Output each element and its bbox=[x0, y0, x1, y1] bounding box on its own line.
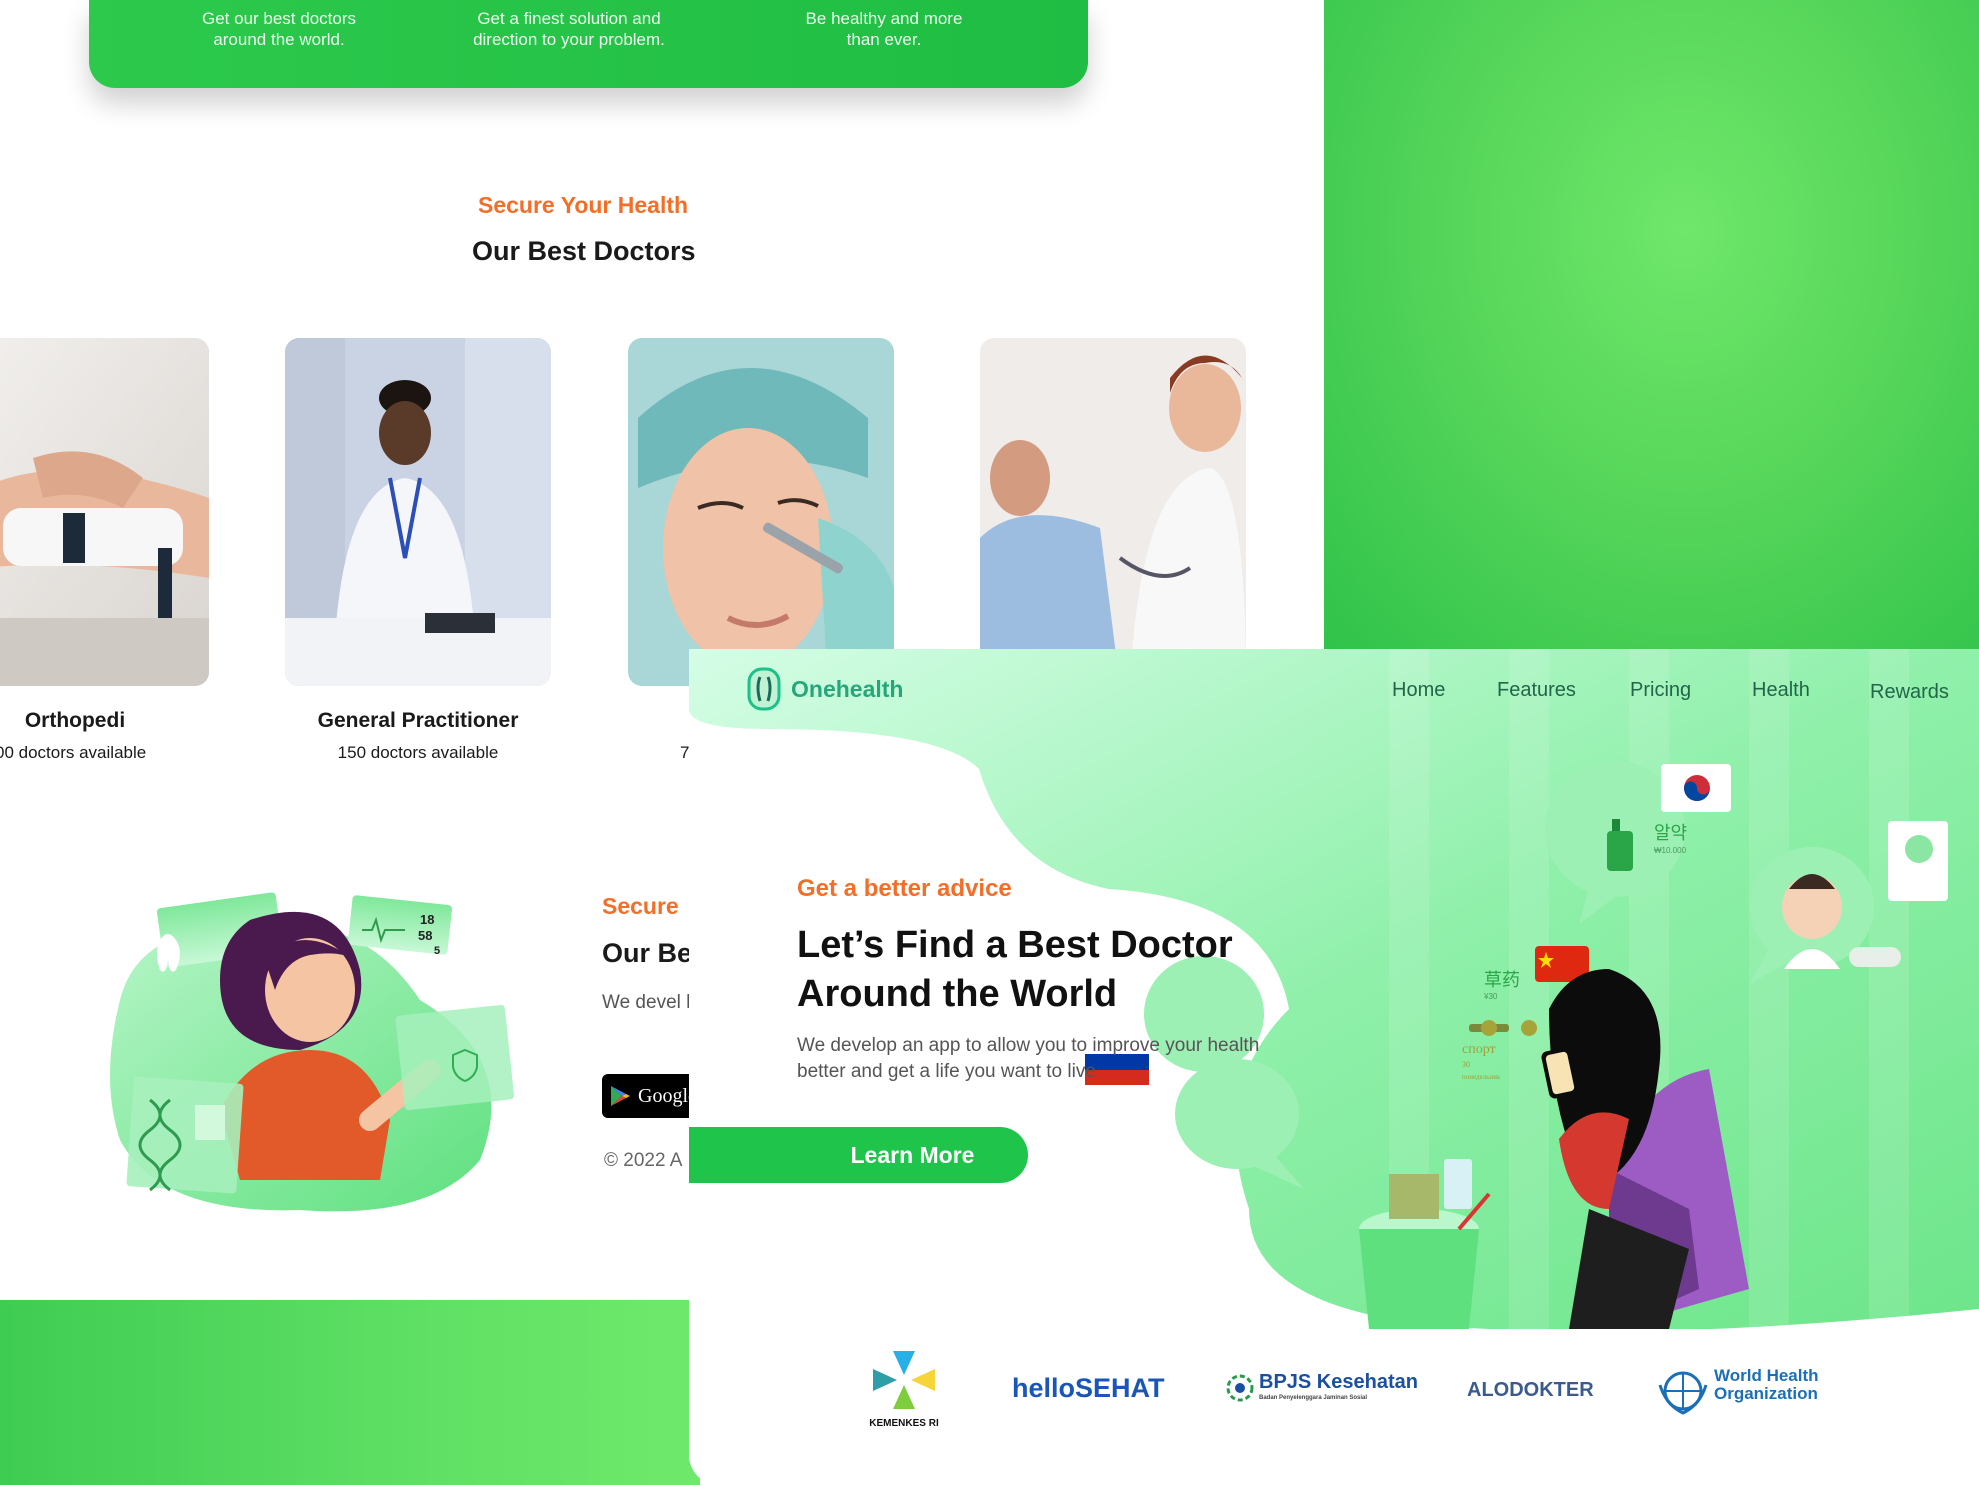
doctor-illustration: 18 58 5 bbox=[110, 892, 515, 1212]
bpjs-logo-icon bbox=[1226, 1374, 1254, 1402]
hero-description: We develop an app to allow you to improv… bbox=[797, 1035, 1260, 1082]
learn-more-button[interactable]: Learn More bbox=[689, 1127, 1028, 1183]
onehealth-logo-icon bbox=[747, 667, 781, 711]
doctor-card-photo[interactable] bbox=[980, 338, 1246, 686]
heart-rate-value: 5 bbox=[434, 945, 440, 957]
feature-text: Get a finest solution and direction to y… bbox=[473, 9, 665, 49]
hero-kicker: Get a better advice bbox=[797, 875, 1012, 902]
hero-section: 알약 ₩10.000 草药 ¥30 спорт 30 понедельник O… bbox=[689, 649, 1979, 1485]
korean-price: ₩10.000 bbox=[1654, 846, 1687, 855]
heart-rate-value: 58 bbox=[418, 928, 432, 943]
russian-sub: понедельник bbox=[1462, 1073, 1501, 1081]
partner-hellosehat: helloSEHAT bbox=[1012, 1373, 1165, 1403]
partner-sublabel: Badan Penyelenggara Jaminan Sosial bbox=[1259, 1395, 1368, 1401]
heart-rate-value: 18 bbox=[420, 912, 434, 927]
who-line2: Organization bbox=[1714, 1384, 1818, 1403]
feature-text: Be healthy and more than ever. bbox=[805, 9, 963, 49]
section-kicker: Secure Your Health bbox=[478, 192, 689, 218]
partner-kemenkes: KEMENKES RI bbox=[859, 1349, 949, 1429]
doctor-category-name: General Practitioner bbox=[317, 709, 519, 732]
doctor-card-photo[interactable] bbox=[285, 338, 551, 686]
partner-label: World Health Organization bbox=[1714, 1367, 1819, 1403]
doctor-card-photo[interactable] bbox=[0, 338, 209, 686]
green-footer-block bbox=[0, 1300, 700, 1485]
russian-text: спорт bbox=[1462, 1042, 1496, 1057]
nav-rewards[interactable]: Rewards bbox=[1870, 681, 1949, 704]
features-banner: Get our best doctors around the world. G… bbox=[89, 0, 1088, 88]
dermatology-photo bbox=[628, 338, 894, 686]
who-line1: World Health bbox=[1714, 1366, 1819, 1385]
doctor-count: 00 doctors available bbox=[0, 743, 147, 762]
partner-label: BPJS Kesehatan bbox=[1259, 1371, 1418, 1393]
green-background-block bbox=[1324, 0, 1979, 660]
orthopedi-photo bbox=[0, 338, 209, 686]
who-logo-icon bbox=[1658, 1371, 1708, 1415]
cardiology-photo bbox=[980, 338, 1246, 686]
copyright-text: © 2022 A bbox=[604, 1150, 683, 1171]
kemenkes-logo-icon bbox=[873, 1351, 935, 1409]
hero-title: Let’s Find a Best Doctor Around the Worl… bbox=[797, 924, 1233, 1015]
russian-sub: 30 bbox=[1462, 1060, 1470, 1069]
nav-home[interactable]: Home bbox=[1392, 679, 1445, 702]
feature-text: Get our best doctors around the world. bbox=[201, 9, 357, 49]
partner-logos: KEMENKES RI helloSEHAT BPJS Kesehatan Ba… bbox=[689, 1349, 1979, 1485]
section-title: Our Be bbox=[602, 938, 693, 968]
brand-name: Onehealth bbox=[791, 675, 904, 702]
partner-alodokter: ALODOKTER bbox=[1467, 1379, 1594, 1401]
nav-features[interactable]: Features bbox=[1497, 679, 1576, 702]
page: Get our best doctors around the world. G… bbox=[0, 0, 1979, 1485]
chinese-text: 草药 bbox=[1484, 970, 1520, 991]
general-practitioner-photo bbox=[285, 338, 551, 686]
section-title: Our Best Doctors bbox=[472, 236, 696, 266]
google-play-icon bbox=[611, 1086, 630, 1106]
partner-label: KEMENKES RI bbox=[869, 1418, 939, 1429]
doctor-category-name: Orthopedi bbox=[24, 709, 126, 732]
korean-text: 알약 bbox=[1654, 823, 1687, 844]
chinese-price: ¥30 bbox=[1483, 992, 1498, 1001]
doctor-card-photo[interactable] bbox=[628, 338, 894, 686]
brand-logo[interactable]: Onehealth bbox=[747, 667, 903, 711]
doctor-count: 150 doctors available bbox=[337, 743, 499, 762]
section-kicker: Secure bbox=[602, 893, 679, 919]
nav-health[interactable]: Health bbox=[1752, 679, 1810, 702]
nav-pricing[interactable]: Pricing bbox=[1630, 679, 1691, 702]
